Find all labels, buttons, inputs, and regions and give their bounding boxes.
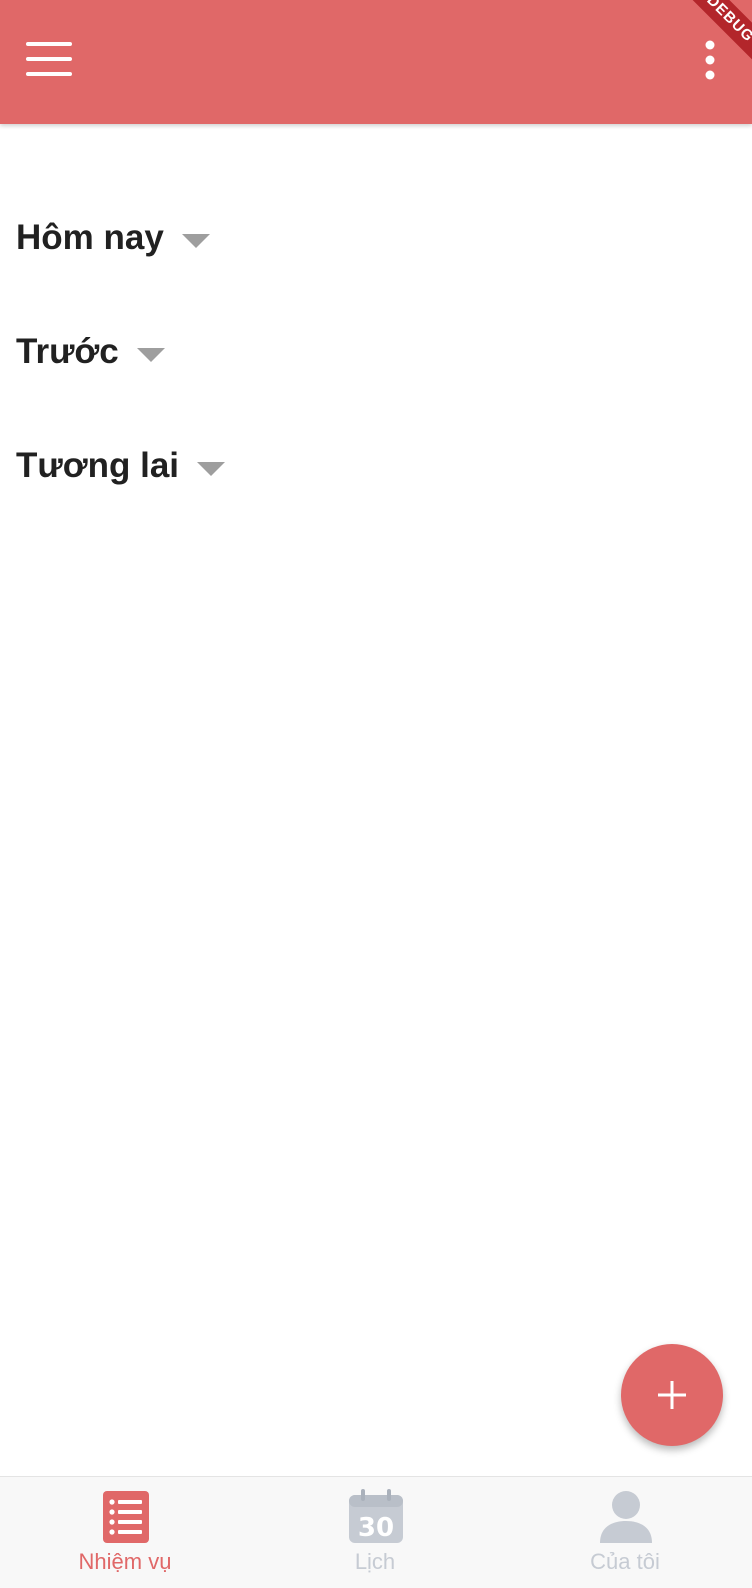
section-title: Tương lai	[16, 446, 180, 485]
bottom-navigation: Nhiệm vụ 30 Lịch Của tôi	[0, 1476, 752, 1588]
plus-icon	[658, 1381, 686, 1409]
nav-label-tasks: Nhiệm vụ	[78, 1549, 172, 1574]
hamburger-menu-icon	[26, 42, 72, 76]
more-vertical-icon	[705, 40, 715, 80]
nav-item-calendar[interactable]: 30 Lịch	[250, 1477, 500, 1588]
calendar-day-text: 30	[358, 1513, 394, 1543]
nav-item-profile[interactable]: Của tôi	[500, 1477, 750, 1588]
add-task-button[interactable]	[621, 1344, 723, 1446]
expand-caret-icon	[197, 462, 226, 476]
app-screen: DEBUG Hôm nay Trước Tương lai Nhiệm vụ 3…	[0, 0, 752, 1588]
expand-caret-icon	[136, 348, 165, 362]
nav-label-calendar: Lịch	[354, 1549, 396, 1574]
nav-label-profile: Của tôi	[590, 1549, 660, 1574]
user-profile-icon	[600, 1491, 652, 1543]
nav-item-tasks[interactable]: Nhiệm vụ	[0, 1477, 250, 1588]
task-list-icon	[103, 1491, 149, 1543]
section-today-header[interactable]: Hôm nay	[16, 208, 210, 268]
expand-caret-icon	[181, 234, 210, 248]
section-title: Trước	[16, 332, 119, 371]
section-past-header[interactable]: Trước	[16, 322, 165, 382]
calendar-icon: 30	[349, 1489, 403, 1543]
menu-button[interactable]	[18, 30, 82, 90]
section-title: Hôm nay	[16, 218, 164, 257]
app-bar	[0, 0, 752, 124]
more-options-button[interactable]	[690, 30, 730, 90]
section-future-header[interactable]: Tương lai	[16, 436, 226, 496]
